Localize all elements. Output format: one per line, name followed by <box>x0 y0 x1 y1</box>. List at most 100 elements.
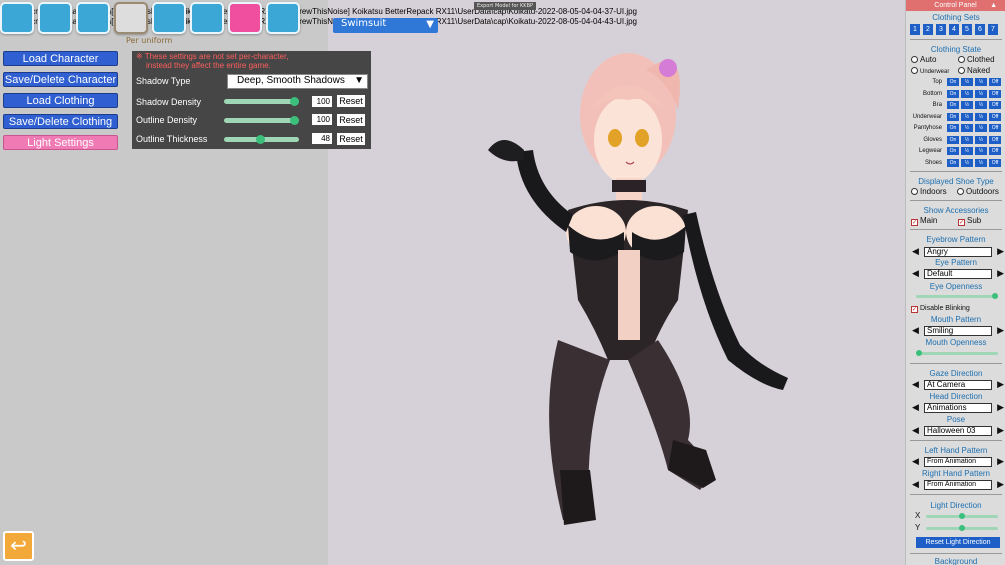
export-model-tag[interactable]: Export Model for KKBP <box>474 2 537 10</box>
next-arrow-icon[interactable]: ▶ <box>997 402 1004 413</box>
clothing-state-option[interactable]: ½ <box>975 135 987 144</box>
clothing-state-option[interactable]: ½ <box>961 135 973 144</box>
next-arrow-icon[interactable]: ▶ <box>997 325 1004 336</box>
clothing-state-option[interactable]: ½ <box>961 124 973 132</box>
clothing-state-option[interactable]: Off <box>989 135 1001 144</box>
clothing-state-option[interactable]: On <box>947 124 959 132</box>
next-arrow-icon[interactable]: ▶ <box>997 479 1004 490</box>
sub-accessories-checkbox[interactable]: ✓ Sub <box>958 216 981 226</box>
slider-handle[interactable] <box>255 135 265 144</box>
clothing-state-option[interactable]: ½ <box>975 147 987 155</box>
clothing-set-button[interactable]: 6 <box>975 24 985 35</box>
clothing-state-option[interactable]: Off <box>989 124 1001 132</box>
next-arrow-icon[interactable]: ▶ <box>997 425 1004 436</box>
reset-light-direction-button[interactable]: Reset Light Direction <box>916 537 1000 548</box>
shadow-density-reset-button[interactable]: Reset <box>337 95 365 107</box>
mouth-pattern-selector[interactable]: ◀ Smiling ▶ <box>912 325 1004 336</box>
clothing-state-option[interactable]: On <box>947 89 959 98</box>
outdoors-radio[interactable]: Outdoors <box>957 187 999 196</box>
clothing-state-option[interactable]: ½ <box>975 89 987 98</box>
auto-radio[interactable]: Auto <box>911 55 936 64</box>
prev-arrow-icon[interactable]: ◀ <box>912 379 919 390</box>
outline-density-slider[interactable] <box>224 116 299 125</box>
clothing-state-option[interactable]: On <box>947 135 959 144</box>
save-delete-character-button[interactable]: Save/Delete Character <box>3 72 118 87</box>
load-character-button[interactable]: Load Character <box>3 51 118 66</box>
clothing-set-button[interactable]: 4 <box>949 24 959 35</box>
prev-arrow-icon[interactable]: ◀ <box>912 268 919 279</box>
slider-handle[interactable] <box>916 350 922 356</box>
clothing-state-option[interactable]: ½ <box>975 101 987 109</box>
toolbar-icon-2[interactable] <box>38 2 72 34</box>
clothing-set-button[interactable]: 3 <box>936 24 946 35</box>
toolbar-icon-1[interactable] <box>0 2 34 34</box>
clothing-state-option[interactable]: On <box>947 147 959 155</box>
next-arrow-icon[interactable]: ▶ <box>997 246 1004 257</box>
mouth-openness-slider[interactable] <box>916 350 998 356</box>
main-accessories-checkbox[interactable]: ✓ Main <box>911 216 937 226</box>
slider-handle[interactable] <box>290 116 299 125</box>
next-arrow-icon[interactable]: ▶ <box>997 379 1004 390</box>
outline-density-reset-button[interactable]: Reset <box>337 114 365 126</box>
prev-arrow-icon[interactable]: ◀ <box>912 425 919 436</box>
outline-density-input[interactable]: 100 <box>312 114 332 125</box>
toolbar-icon-7[interactable] <box>228 2 262 34</box>
clothing-state-option[interactable]: Off <box>989 158 1001 167</box>
shadow-density-input[interactable]: 100 <box>312 96 332 107</box>
toolbar-icon-6[interactable] <box>190 2 224 34</box>
outfit-dropdown[interactable]: Swimsuit ▼ <box>333 18 438 33</box>
right-hand-selector[interactable]: ◀ From Animation ▶ <box>912 479 1004 490</box>
light-y-slider[interactable] <box>926 525 998 531</box>
shadow-type-dropdown[interactable]: Deep, Smooth Shadows ▼ <box>227 74 368 89</box>
clothing-state-option[interactable]: Off <box>989 89 1001 98</box>
clothing-state-option[interactable]: On <box>947 112 959 121</box>
shadow-density-slider[interactable] <box>224 97 299 106</box>
prev-arrow-icon[interactable]: ◀ <box>912 479 919 490</box>
clothing-set-button[interactable]: 5 <box>962 24 972 35</box>
clothing-state-option[interactable]: ½ <box>975 78 987 86</box>
clothed-radio[interactable]: Clothed <box>958 55 995 64</box>
back-button[interactable]: ↩ <box>3 531 34 561</box>
left-hand-selector[interactable]: ◀ From Animation ▶ <box>912 456 1004 467</box>
slider-handle[interactable] <box>959 513 965 519</box>
clothing-state-option[interactable]: ½ <box>961 101 973 109</box>
indoors-radio[interactable]: Indoors <box>911 187 947 196</box>
pose-selector[interactable]: ◀ Halloween 03 ▶ <box>912 425 1004 436</box>
next-arrow-icon[interactable]: ▶ <box>997 456 1004 467</box>
clothing-state-option[interactable]: ½ <box>961 89 973 98</box>
gaze-direction-selector[interactable]: ◀ At Camera ▶ <box>912 379 1004 390</box>
next-arrow-icon[interactable]: ▶ <box>997 268 1004 279</box>
prev-arrow-icon[interactable]: ◀ <box>912 325 919 336</box>
eye-pattern-selector[interactable]: ◀ Default ▶ <box>912 268 1004 279</box>
prev-arrow-icon[interactable]: ◀ <box>912 402 919 413</box>
clothing-state-option[interactable]: Off <box>989 78 1001 86</box>
toolbar-icon-uniform[interactable] <box>114 2 148 34</box>
clothing-state-option[interactable]: Off <box>989 112 1001 121</box>
toolbar-icon-5[interactable] <box>152 2 186 34</box>
clothing-state-option[interactable]: ½ <box>961 147 973 155</box>
eye-openness-slider[interactable] <box>916 293 998 299</box>
clothing-state-option[interactable]: ½ <box>975 158 987 167</box>
clothing-state-option[interactable]: On <box>947 78 959 86</box>
toolbar-icon-3[interactable] <box>76 2 110 34</box>
clothing-state-option[interactable]: ½ <box>961 158 973 167</box>
clothing-state-option[interactable]: On <box>947 101 959 109</box>
clothing-state-option[interactable]: Off <box>989 147 1001 155</box>
collapse-triangle-icon[interactable]: ▲ <box>990 0 997 11</box>
head-direction-selector[interactable]: ◀ Animations ▶ <box>912 402 1004 413</box>
prev-arrow-icon[interactable]: ◀ <box>912 246 919 257</box>
save-delete-clothing-button[interactable]: Save/Delete Clothing <box>3 114 118 129</box>
character-viewport[interactable] <box>328 0 905 565</box>
eyebrow-pattern-selector[interactable]: ◀ Angry ▶ <box>912 246 1004 257</box>
clothing-state-option[interactable]: ½ <box>975 112 987 121</box>
light-settings-button[interactable]: Light Settings <box>3 135 118 150</box>
slider-handle[interactable] <box>992 293 998 299</box>
toolbar-icon-8[interactable] <box>266 2 300 34</box>
prev-arrow-icon[interactable]: ◀ <box>912 456 919 467</box>
disable-blinking-checkbox[interactable]: ✓ Disable Blinking <box>911 305 970 313</box>
outline-thickness-reset-button[interactable]: Reset <box>337 133 365 145</box>
control-panel-title[interactable]: Control Panel ▲ <box>906 0 1005 11</box>
clothing-state-option[interactable]: ½ <box>961 78 973 86</box>
naked-radio[interactable]: Naked <box>958 66 990 75</box>
slider-handle[interactable] <box>959 525 965 531</box>
